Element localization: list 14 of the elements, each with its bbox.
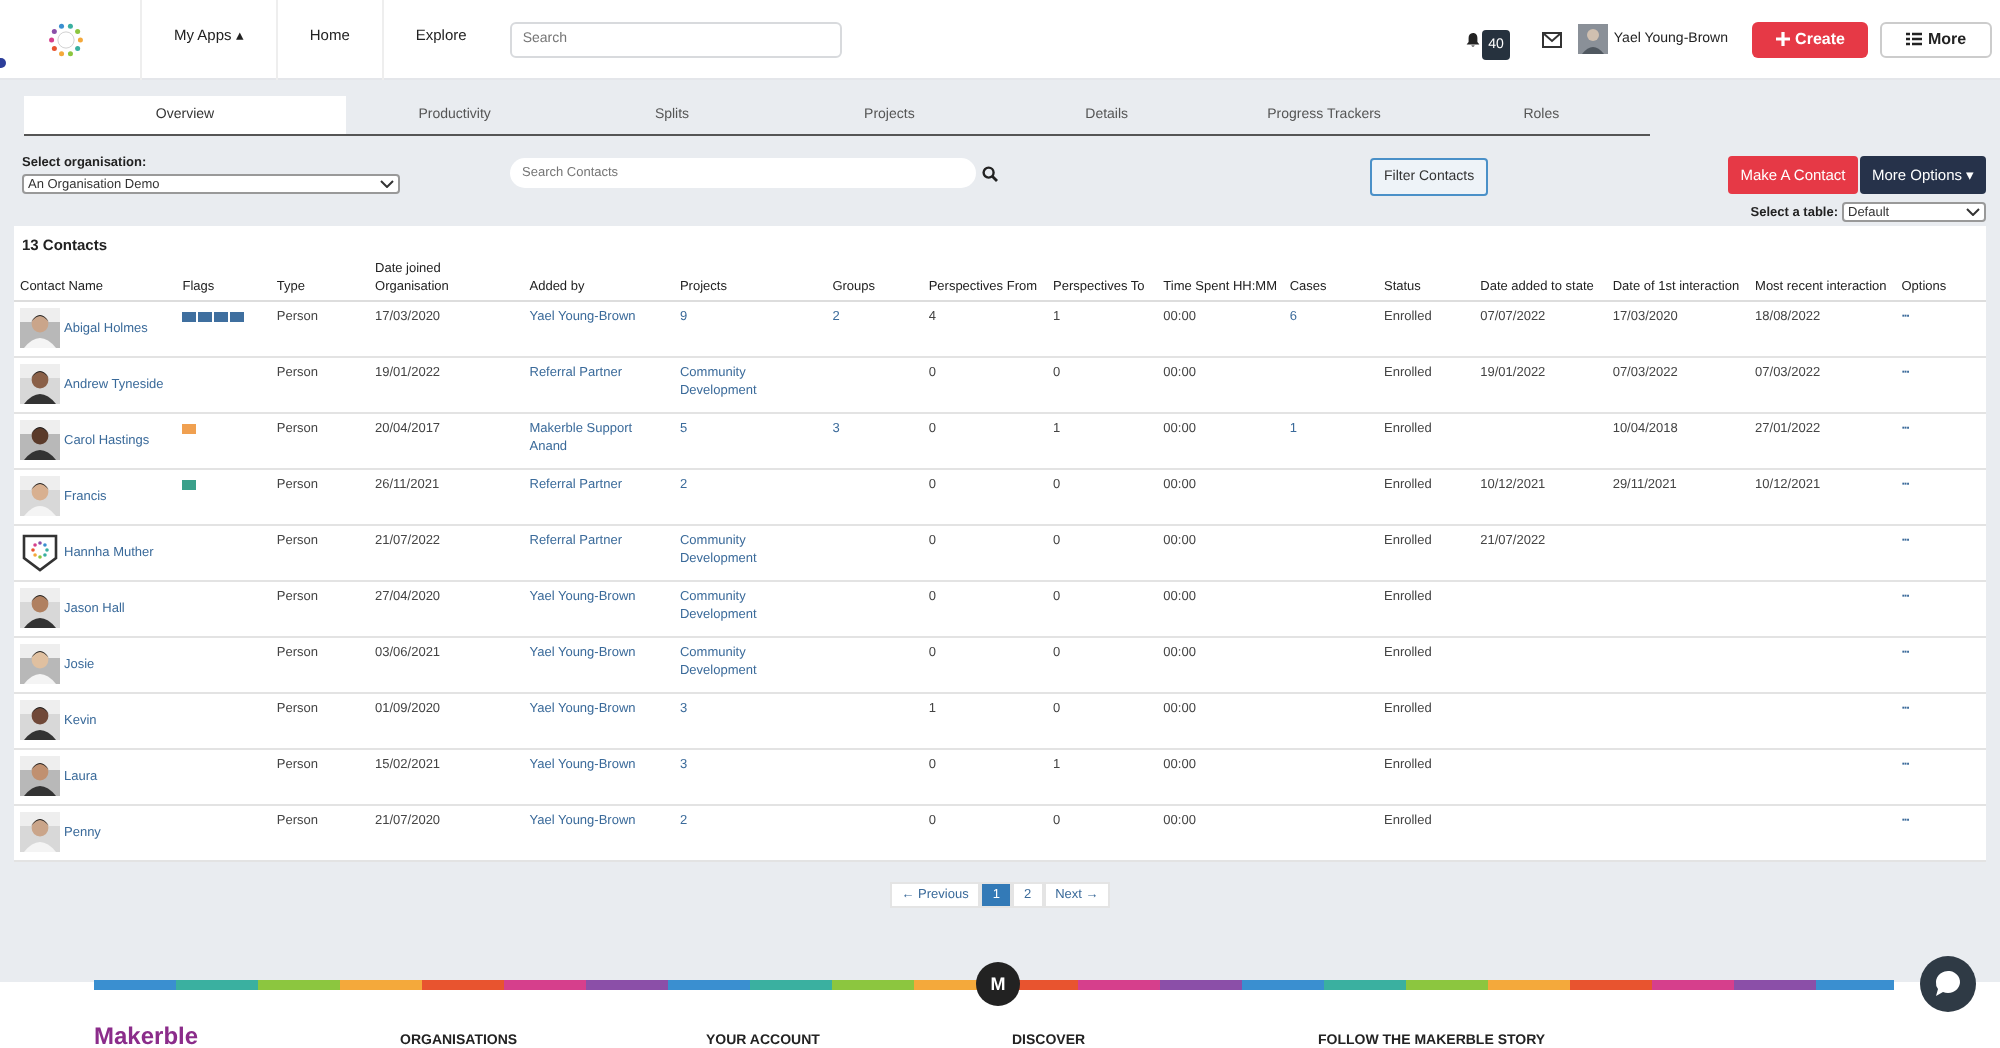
search-icon bbox=[982, 165, 998, 181]
shield-icon bbox=[20, 532, 60, 573]
logo-icon[interactable] bbox=[48, 21, 84, 57]
chevron-icon bbox=[380, 180, 394, 188]
create-button[interactable]: Create bbox=[1752, 21, 1868, 57]
footer-logo[interactable]: Makerble bbox=[94, 1024, 400, 1048]
chevron-icon bbox=[1966, 208, 1980, 216]
list-icon bbox=[1905, 32, 1922, 46]
chat-icon[interactable] bbox=[1920, 956, 1976, 1012]
more-button[interactable]: More bbox=[1880, 21, 1992, 57]
bell-icon[interactable] bbox=[1466, 31, 1481, 47]
plus-icon bbox=[1775, 32, 1790, 46]
mail-icon[interactable] bbox=[1541, 31, 1562, 47]
logo-badge[interactable]: M bbox=[976, 962, 1020, 1006]
